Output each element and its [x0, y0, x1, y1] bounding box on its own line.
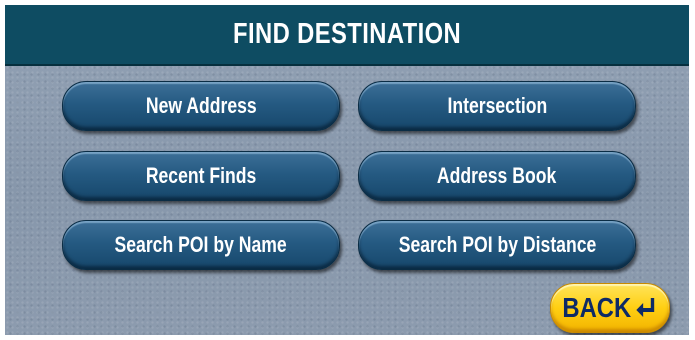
recent-finds-label: Recent Finds	[145, 163, 257, 188]
recent-finds-button[interactable]: Recent Finds	[62, 151, 340, 201]
search-poi-by-distance-button[interactable]: Search POI by Distance	[358, 220, 636, 270]
address-book-label: Address Book	[437, 163, 557, 188]
search-poi-by-name-button[interactable]: Search POI by Name	[62, 220, 340, 270]
intersection-label: Intersection	[447, 93, 547, 118]
intersection-button[interactable]: Intersection	[358, 81, 636, 131]
address-book-button[interactable]: Address Book	[358, 151, 636, 201]
title-bar: FIND DESTINATION	[5, 5, 689, 66]
search-poi-by-distance-label: Search POI by Distance	[398, 232, 596, 257]
back-label: BACK	[562, 292, 632, 323]
back-button-content: BACK	[562, 292, 657, 324]
new-address-button[interactable]: New Address	[62, 81, 340, 131]
page-title: FIND DESTINATION	[232, 18, 462, 50]
search-poi-by-name-label: Search POI by Name	[114, 232, 288, 257]
back-button[interactable]: BACK	[550, 283, 670, 333]
return-arrow-icon	[634, 297, 658, 319]
find-destination-screen: FIND DESTINATION New Address Intersectio…	[5, 5, 689, 335]
new-address-label: New Address	[145, 93, 257, 118]
